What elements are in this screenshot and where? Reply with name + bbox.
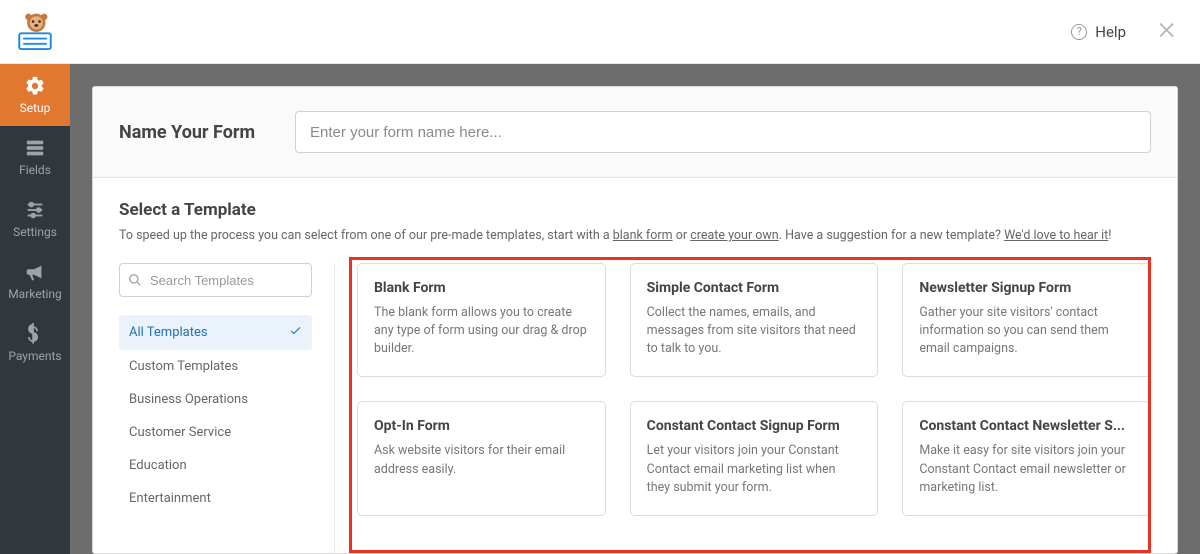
category-all-templates[interactable]: All Templates: [119, 315, 312, 350]
topbar: ? Help: [70, 0, 1200, 64]
category-entertainment[interactable]: Entertainment: [119, 482, 312, 515]
template-card-newsletter-signup[interactable]: Newsletter Signup Form Gather your site …: [902, 263, 1151, 377]
desc-text: To speed up the process you can select f…: [119, 228, 613, 243]
desc-text: . Have a suggestion for a new template?: [779, 228, 1004, 243]
template-card-simple-contact[interactable]: Simple Contact Form Collect the names, e…: [630, 263, 879, 377]
category-label: Education: [129, 458, 187, 473]
template-desc: Let your visitors join your Constant Con…: [647, 442, 862, 496]
help-link[interactable]: ? Help: [1071, 23, 1126, 41]
wpforms-logo-icon: [14, 11, 56, 53]
category-customer-service[interactable]: Customer Service: [119, 416, 312, 449]
sliders-icon: [24, 199, 46, 221]
name-form-heading: Name Your Form: [119, 122, 255, 143]
category-label: Custom Templates: [129, 359, 238, 374]
desc-text: or: [673, 228, 691, 243]
search-icon: [128, 272, 142, 291]
logo: [0, 0, 70, 64]
template-title: Opt-In Form: [374, 418, 589, 434]
close-button[interactable]: [1156, 19, 1178, 45]
name-form-row: Name Your Form: [93, 87, 1177, 178]
template-title: Constant Contact Newsletter S...: [919, 418, 1134, 434]
category-label: Business Operations: [129, 392, 248, 407]
category-education[interactable]: Education: [119, 449, 312, 482]
template-title: Constant Contact Signup Form: [647, 418, 862, 434]
template-title: Blank Form: [374, 280, 589, 296]
template-title: Newsletter Signup Form: [919, 280, 1134, 296]
sidebar-item-payments[interactable]: Payments: [0, 312, 70, 374]
template-card-cc-newsletter[interactable]: Constant Contact Newsletter S... Make it…: [902, 401, 1151, 515]
template-desc: Ask website visitors for their email add…: [374, 442, 589, 478]
template-description: To speed up the process you can select f…: [119, 228, 1151, 243]
template-desc: Gather your site visitors' contact infor…: [919, 304, 1134, 358]
category-label: All Templates: [129, 325, 208, 340]
category-list: All Templates Custom Templates Business …: [119, 315, 312, 515]
main: ? Help Name Your Form Select a Template …: [70, 0, 1200, 554]
template-desc: Make it easy for site visitors join your…: [919, 442, 1134, 496]
check-icon: [289, 324, 302, 341]
sidebar-item-fields[interactable]: Fields: [0, 126, 70, 188]
template-card-blank-form[interactable]: Blank Form The blank form allows you to …: [357, 263, 606, 377]
template-card-cc-signup[interactable]: Constant Contact Signup Form Let your vi…: [630, 401, 879, 515]
sidebar-item-marketing[interactable]: Marketing: [0, 250, 70, 312]
category-label: Customer Service: [129, 425, 231, 440]
list-icon: [24, 137, 46, 159]
sidebar-item-label: Marketing: [8, 287, 62, 301]
form-name-input[interactable]: [295, 111, 1151, 153]
template-desc: Collect the names, emails, and messages …: [647, 304, 862, 358]
template-title: Simple Contact Form: [647, 280, 862, 296]
bullhorn-icon: [24, 261, 46, 283]
category-column: All Templates Custom Templates Business …: [119, 263, 335, 553]
template-desc: The blank form allows you to create any …: [374, 304, 589, 358]
sidebar-item-settings[interactable]: Settings: [0, 188, 70, 250]
help-label: Help: [1095, 23, 1126, 41]
category-business-operations[interactable]: Business Operations: [119, 383, 312, 416]
setup-panel: Name Your Form Select a Template To spee…: [92, 86, 1178, 554]
help-icon: ?: [1071, 24, 1087, 40]
sidebar-item-label: Fields: [19, 163, 51, 177]
category-label: Entertainment: [129, 491, 211, 506]
desc-text: !: [1108, 228, 1111, 243]
suggestion-link[interactable]: We'd love to hear it: [1004, 228, 1108, 243]
dollar-icon: [24, 323, 46, 345]
sidebar-item-label: Settings: [13, 225, 57, 239]
close-icon: [1156, 19, 1178, 41]
sidebar-item-label: Payments: [8, 349, 61, 363]
search-templates-input[interactable]: [119, 263, 312, 297]
create-own-link[interactable]: create your own: [690, 228, 779, 243]
sidebar-item-setup[interactable]: Setup: [0, 64, 70, 126]
sidebar-item-label: Setup: [20, 101, 51, 115]
template-column: Blank Form The blank form allows you to …: [335, 263, 1151, 553]
category-custom-templates[interactable]: Custom Templates: [119, 350, 312, 383]
sidebar: Setup Fields Settings Marketing Payments: [0, 0, 70, 554]
select-template-heading: Select a Template: [119, 200, 1151, 220]
template-grid: Blank Form The blank form allows you to …: [357, 263, 1151, 516]
template-card-opt-in[interactable]: Opt-In Form Ask website visitors for the…: [357, 401, 606, 515]
blank-form-link[interactable]: blank form: [613, 228, 673, 243]
gear-icon: [24, 75, 46, 97]
